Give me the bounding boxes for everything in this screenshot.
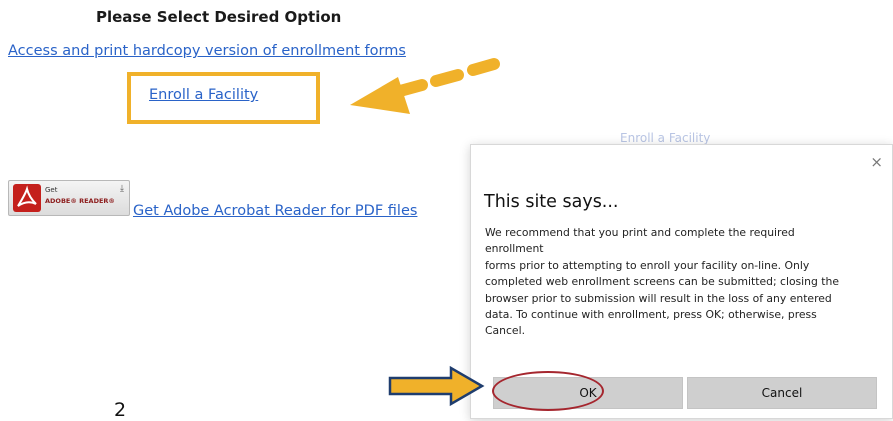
faded-background-text: Enroll a Facility [620, 131, 711, 145]
dialog-message-line: completed web enrollment screens can be … [485, 275, 840, 289]
dialog-message-line: data. To continue with enrollment, press… [485, 308, 817, 322]
link-enroll-facility[interactable]: Enroll a Facility [149, 87, 258, 103]
page-number: 2 [114, 399, 127, 421]
cancel-button[interactable]: Cancel [687, 377, 877, 409]
dialog-title: This site says... [484, 192, 619, 212]
adobe-reader-label: ADOBE® READER® [45, 197, 115, 205]
dialog-message-line: enrollment [485, 242, 544, 256]
page-heading: Please Select Desired Option [96, 8, 342, 26]
dialog-message-line: We recommend that you print and complete… [485, 226, 795, 239]
dashed-arrow-icon [350, 58, 500, 114]
adobe-get-label: Get [45, 186, 58, 194]
close-icon[interactable]: × [870, 155, 883, 170]
adobe-logo-icon [13, 184, 41, 212]
dialog-message: We recommend that you print and complete… [485, 225, 880, 340]
block-arrow-icon [388, 365, 485, 407]
download-icon: ⤓ [120, 184, 124, 194]
dialog-message-line: Cancel. [485, 324, 526, 338]
dialog-message-line: forms prior to attempting to enroll your… [485, 258, 810, 272]
link-get-adobe-reader[interactable]: Get Adobe Acrobat Reader for PDF files [133, 203, 417, 219]
ok-highlight-ring [492, 371, 604, 411]
dialog-message-line: browser prior to submission will result … [485, 291, 832, 305]
adobe-reader-badge[interactable]: Get ADOBE® READER® ⤓ [8, 180, 130, 216]
